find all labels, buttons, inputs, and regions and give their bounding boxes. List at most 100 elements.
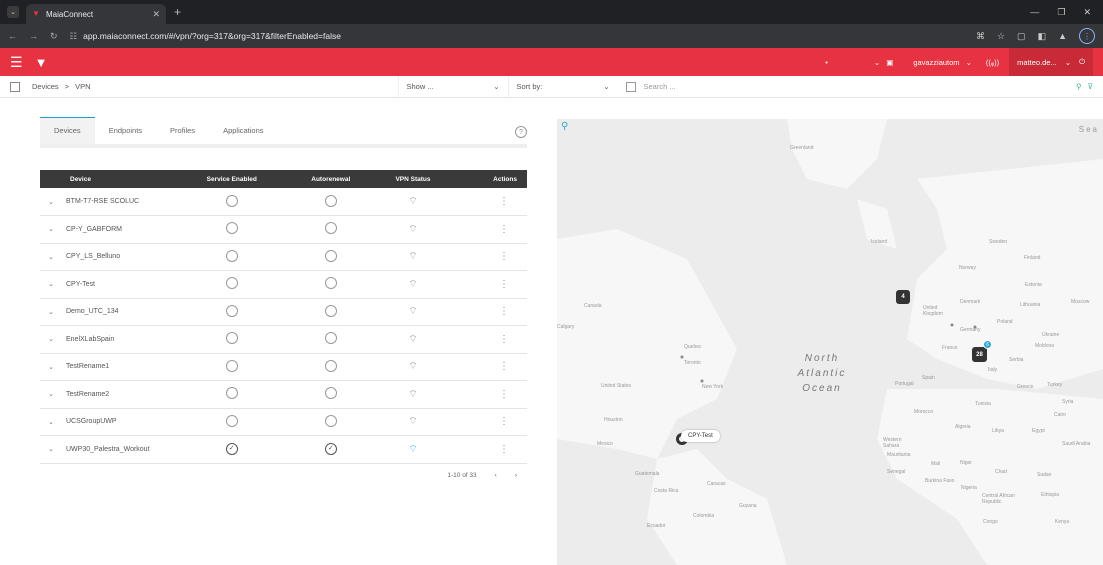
map-search-icon[interactable]: ⚲ xyxy=(561,121,568,132)
device-name[interactable]: CP-Y_GABFORM xyxy=(58,216,176,244)
table-row[interactable]: ⌄ CPY-Test ⌔ ⋮ xyxy=(40,271,527,299)
autorenewal-toggle[interactable]: ✓ xyxy=(324,443,337,456)
col-device[interactable]: Device xyxy=(58,170,176,188)
device-name[interactable]: CPY_LS_Belluno xyxy=(58,243,176,271)
autorenewal-toggle[interactable] xyxy=(324,414,337,427)
autorenewal-toggle[interactable] xyxy=(324,249,337,262)
expand-row-icon[interactable]: ⌄ xyxy=(40,298,58,326)
actions-menu-icon[interactable]: ⋮ xyxy=(499,361,509,372)
close-tab-icon[interactable]: ✕ xyxy=(152,9,160,20)
search-icon[interactable]: ⚲ xyxy=(1076,82,1082,91)
user-menu[interactable]: matteo.de... ⌄ ⏻ xyxy=(1009,48,1093,76)
forward-icon[interactable]: → xyxy=(29,31,38,42)
table-row[interactable]: ⌄ TestRename1 ⌔ ⋮ xyxy=(40,353,527,381)
table-row[interactable]: ⌄ BTM-T7-RSE SCOLUC ⌔ ⋮ xyxy=(40,188,527,216)
expand-row-icon[interactable]: ⌄ xyxy=(40,408,58,436)
autorenewal-toggle[interactable] xyxy=(324,222,337,235)
profile-avatar-icon[interactable]: ⋮ xyxy=(1079,28,1095,44)
actions-menu-icon[interactable]: ⋮ xyxy=(499,444,509,455)
service-enabled-toggle[interactable] xyxy=(225,332,238,345)
back-icon[interactable]: ← xyxy=(8,31,17,42)
expand-row-icon[interactable]: ⌄ xyxy=(40,243,58,271)
autorenewal-toggle[interactable] xyxy=(324,277,337,290)
map-view[interactable]: ⚲ Sea Greenland Iceland Sweden Finland N… xyxy=(557,119,1103,565)
autorenewal-toggle[interactable] xyxy=(324,304,337,317)
table-row[interactable]: ⌄ EnelXLabSpain ⌔ ⋮ xyxy=(40,326,527,354)
show-dropdown[interactable]: Show ... ⌄ xyxy=(397,75,508,98)
antenna-icon[interactable]: ((ᵩ)) xyxy=(986,58,999,67)
account-selector[interactable]: gavazziautom ⌄ ((ᵩ)) xyxy=(903,48,1009,76)
device-name[interactable]: UWP30_Palestra_Workout xyxy=(58,436,176,464)
expand-row-icon[interactable]: ⌄ xyxy=(40,326,58,354)
autorenewal-toggle[interactable] xyxy=(324,387,337,400)
sort-dropdown[interactable]: Sort by: ⌄ xyxy=(507,75,618,98)
table-row[interactable]: ⌄ UWP30_Palestra_Workout ✓ ✓ ⌔ ⋮ xyxy=(40,436,527,464)
monitor-icon[interactable]: ▣ xyxy=(886,58,893,67)
device-name[interactable]: EnelXLabSpain xyxy=(58,326,176,354)
col-autorenewal[interactable]: Autorenewal xyxy=(287,170,374,188)
expand-row-icon[interactable]: ⌄ xyxy=(40,188,58,216)
next-page-icon[interactable]: › xyxy=(515,472,517,479)
grid-icon[interactable] xyxy=(10,81,20,92)
minimize-icon[interactable]: — xyxy=(1030,7,1039,18)
device-name[interactable]: CPY-Test xyxy=(58,271,176,299)
help-icon[interactable]: ? xyxy=(515,126,527,138)
browser-tab[interactable]: ▼ MaiaConnect ✕ xyxy=(26,4,166,24)
actions-menu-icon[interactable]: ⋮ xyxy=(499,416,509,427)
map-cluster[interactable]: 4 xyxy=(896,290,910,304)
table-row[interactable]: ⌄ UCSGroupUWP ⌔ ⋮ xyxy=(40,408,527,436)
prev-page-icon[interactable]: ‹ xyxy=(495,472,497,479)
device-name[interactable]: UCSGroupUWP xyxy=(58,408,176,436)
map-pin-label[interactable]: CPY-Test xyxy=(681,430,720,442)
tab-profiles[interactable]: Profiles xyxy=(156,126,209,144)
service-enabled-toggle[interactable] xyxy=(225,277,238,290)
sidepanel-icon[interactable]: ◧ xyxy=(1038,31,1047,42)
hamburger-menu-icon[interactable]: ☰ xyxy=(10,54,23,71)
site-info-icon[interactable]: ☷ xyxy=(70,31,78,42)
maia-logo-icon[interactable]: ▼ xyxy=(35,55,48,70)
filter-icon[interactable]: ⊽ xyxy=(1088,82,1094,91)
service-enabled-toggle[interactable] xyxy=(225,194,238,207)
actions-menu-icon[interactable]: ⋮ xyxy=(499,334,509,345)
col-service-enabled[interactable]: Service Enabled xyxy=(176,170,287,188)
table-row[interactable]: ⌄ CPY_LS_Belluno ⌔ ⋮ xyxy=(40,243,527,271)
breadcrumb-devices[interactable]: Devices xyxy=(32,82,59,91)
tab-endpoints[interactable]: Endpoints xyxy=(95,126,156,144)
tab-applications[interactable]: Applications xyxy=(209,126,277,144)
device-name[interactable]: TestRename1 xyxy=(58,353,176,381)
col-vpn-status[interactable]: VPN Status xyxy=(374,170,452,188)
actions-menu-icon[interactable]: ⋮ xyxy=(499,196,509,207)
service-enabled-toggle[interactable] xyxy=(225,387,238,400)
org-selector[interactable]: • ⌄ ▣ xyxy=(815,48,903,76)
expand-row-icon[interactable]: ⌄ xyxy=(40,436,58,464)
service-enabled-toggle[interactable] xyxy=(225,414,238,427)
new-tab-button[interactable]: + xyxy=(174,5,181,19)
downloads-icon[interactable]: ▲ xyxy=(1058,31,1067,41)
sort-order-checkbox[interactable] xyxy=(625,81,636,92)
service-enabled-toggle[interactable] xyxy=(225,222,238,235)
translate-icon[interactable]: ⌘ xyxy=(976,31,985,42)
table-row[interactable]: ⌄ CP-Y_GABFORM ⌔ ⋮ xyxy=(40,216,527,244)
map-cluster[interactable]: 28 xyxy=(972,347,987,362)
bookmark-star-icon[interactable]: ☆ xyxy=(997,31,1005,42)
expand-row-icon[interactable]: ⌄ xyxy=(40,381,58,409)
search-input[interactable]: Search ... xyxy=(644,82,1077,91)
device-name[interactable]: BTM-T7-RSE SCOLUC xyxy=(58,188,176,216)
restore-icon[interactable]: ❐ xyxy=(1057,7,1065,18)
tab-search-button[interactable]: ⌄ xyxy=(0,0,26,24)
device-name[interactable]: Demo_UTC_134 xyxy=(58,298,176,326)
actions-menu-icon[interactable]: ⋮ xyxy=(499,251,509,262)
service-enabled-toggle[interactable] xyxy=(225,359,238,372)
service-enabled-toggle[interactable]: ✓ xyxy=(225,443,238,456)
actions-menu-icon[interactable]: ⋮ xyxy=(499,389,509,400)
expand-row-icon[interactable]: ⌄ xyxy=(40,353,58,381)
actions-menu-icon[interactable]: ⋮ xyxy=(499,279,509,290)
extensions-icon[interactable]: ▢ xyxy=(1017,31,1026,42)
expand-row-icon[interactable]: ⌄ xyxy=(40,216,58,244)
tab-devices[interactable]: Devices xyxy=(40,117,95,144)
reload-icon[interactable]: ↻ xyxy=(50,31,58,42)
autorenewal-toggle[interactable] xyxy=(324,359,337,372)
actions-menu-icon[interactable]: ⋮ xyxy=(499,224,509,235)
expand-row-icon[interactable]: ⌄ xyxy=(40,271,58,299)
actions-menu-icon[interactable]: ⋮ xyxy=(499,306,509,317)
